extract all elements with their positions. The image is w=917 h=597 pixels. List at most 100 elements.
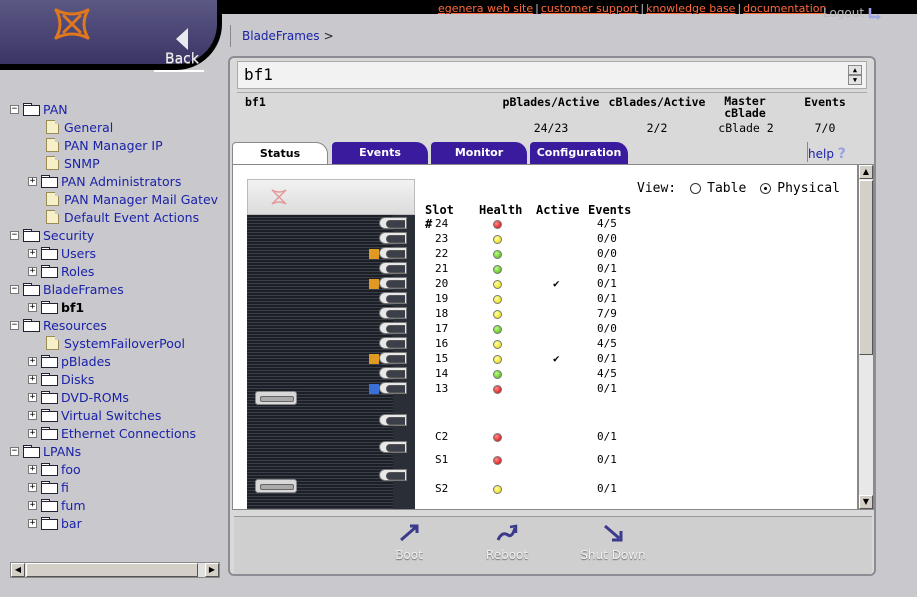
tab-configuration[interactable]: Configuration xyxy=(530,142,628,164)
tab-monitor[interactable]: Monitor xyxy=(431,142,527,164)
tree-item[interactable]: + PAN Administrators xyxy=(28,172,181,190)
scroll-thumb[interactable] xyxy=(26,563,198,577)
tree-item-label[interactable]: Virtual Switches xyxy=(61,408,161,423)
tree-item-label[interactable]: General xyxy=(64,120,113,135)
slot-row[interactable]: 17 0/0 xyxy=(421,322,641,337)
expand-icon[interactable]: + xyxy=(28,266,37,276)
tree-item[interactable]: PAN Manager Mail Gatev xyxy=(28,190,218,208)
tree-item[interactable]: + foo xyxy=(28,460,81,478)
expand-icon[interactable]: + xyxy=(28,176,37,186)
content-vertical-scrollbar[interactable]: ▲ ▼ xyxy=(858,164,874,510)
boot-button[interactable]: Boot xyxy=(364,523,454,562)
back-button[interactable]: Back xyxy=(158,28,206,72)
slot-row[interactable]: 14 4/5 xyxy=(421,367,641,382)
expand-icon[interactable]: + xyxy=(28,428,37,438)
expand-icon[interactable]: + xyxy=(28,248,37,258)
view-physical-radio[interactable] xyxy=(760,183,772,194)
link-customer-support[interactable]: customer support xyxy=(541,2,639,15)
tree-item[interactable]: + Disks xyxy=(28,370,94,388)
tree-item[interactable]: SystemFailoverPool xyxy=(28,334,185,352)
tree-item-label[interactable]: PAN Administrators xyxy=(61,174,181,189)
tree-item[interactable]: + DVD-ROMs xyxy=(28,388,129,406)
collapse-icon[interactable]: − xyxy=(10,320,19,330)
view-table-radio[interactable] xyxy=(690,183,702,194)
tree-item-label[interactable]: PAN xyxy=(43,102,68,117)
link-egenera-web-site[interactable]: egenera web site xyxy=(438,2,533,15)
tree-item[interactable]: PAN Manager IP xyxy=(28,136,163,154)
tree-item-label[interactable]: BladeFrames xyxy=(43,282,124,297)
tree-item-label[interactable]: foo xyxy=(61,462,81,477)
tree-item-label[interactable]: Ethernet Connections xyxy=(61,426,196,441)
title-spinner[interactable]: ▲ ▼ xyxy=(848,65,862,87)
tree-item-label[interactable]: SystemFailoverPool xyxy=(64,336,185,351)
slot-row[interactable]: 24 4/5 xyxy=(421,217,641,232)
slot-row[interactable]: 23 0/0 xyxy=(421,232,641,247)
tree-item[interactable]: + bf1 xyxy=(28,298,84,316)
tree-item-label[interactable]: Security xyxy=(43,228,94,243)
tree-item[interactable]: + Virtual Switches xyxy=(28,406,161,424)
tree-item[interactable]: + fum xyxy=(28,496,86,514)
tree-horizontal-scrollbar[interactable]: ◀ ▶ xyxy=(10,562,220,578)
help-link[interactable]: help ? xyxy=(808,146,846,162)
slot-row[interactable]: 21 0/1 xyxy=(421,262,641,277)
collapse-icon[interactable]: − xyxy=(10,446,19,456)
slot-row[interactable]: 20 ✔ 0/1 xyxy=(421,277,641,292)
tree-item[interactable]: General xyxy=(28,118,113,136)
tree-item[interactable]: + pBlades xyxy=(28,352,111,370)
expand-icon[interactable]: + xyxy=(28,410,37,420)
tree-item[interactable]: − LPANs xyxy=(10,442,81,460)
link-knowledge-base[interactable]: knowledge base xyxy=(646,2,735,15)
spin-up-icon[interactable]: ▲ xyxy=(848,65,862,75)
tree-item[interactable]: − BladeFrames xyxy=(10,280,124,298)
expand-icon[interactable]: + xyxy=(28,464,37,474)
tree-item-label[interactable]: PAN Manager IP xyxy=(64,138,163,153)
scroll-down-icon[interactable]: ▼ xyxy=(859,495,873,509)
scroll-left-icon[interactable]: ◀ xyxy=(11,563,25,577)
slot-row[interactable]: S2 0/1 xyxy=(421,482,641,497)
tab-status[interactable]: Status xyxy=(232,142,328,164)
tree-item-label[interactable]: PAN Manager Mail Gatev xyxy=(64,192,218,207)
slot-row[interactable]: 19 0/1 xyxy=(421,292,641,307)
expand-icon[interactable]: + xyxy=(28,482,37,492)
expand-icon[interactable]: + xyxy=(28,392,37,402)
expand-icon[interactable]: + xyxy=(28,518,37,528)
tree-item[interactable]: + Roles xyxy=(28,262,94,280)
tree-item[interactable]: − Resources xyxy=(10,316,107,334)
tree-item[interactable]: + Ethernet Connections xyxy=(28,424,196,442)
tree-item-label[interactable]: fi xyxy=(61,480,69,495)
link-documentation[interactable]: documentation xyxy=(743,2,826,15)
tree-item-label[interactable]: Default Event Actions xyxy=(64,210,199,225)
shutdown-button[interactable]: Shut Down xyxy=(568,523,658,562)
tree-item-label[interactable]: SNMP xyxy=(64,156,100,171)
expand-icon[interactable]: + xyxy=(28,500,37,510)
slot-row[interactable]: 13 0/1 xyxy=(421,382,641,397)
tree-item-label[interactable]: LPANs xyxy=(43,444,81,459)
spin-down-icon[interactable]: ▼ xyxy=(848,75,862,85)
slot-row[interactable]: 16 4/5 xyxy=(421,337,641,352)
tree-item[interactable]: + fi xyxy=(28,478,69,496)
tree-item-label[interactable]: bar xyxy=(61,516,82,531)
slot-row[interactable]: 18 7/9 xyxy=(421,307,641,322)
breadcrumb-bladeframes[interactable]: BladeFrames xyxy=(242,29,320,43)
scroll-up-icon[interactable]: ▲ xyxy=(859,165,873,179)
expand-icon[interactable]: + xyxy=(28,374,37,384)
tree-item[interactable]: + bar xyxy=(28,514,82,532)
tree-item-label[interactable]: Disks xyxy=(61,372,94,387)
collapse-icon[interactable]: − xyxy=(10,104,19,114)
scroll-thumb[interactable] xyxy=(859,180,873,355)
tree-item[interactable]: + Users xyxy=(28,244,96,262)
expand-icon[interactable]: + xyxy=(28,356,37,366)
tree-item-label[interactable]: bf1 xyxy=(61,300,84,315)
tab-events[interactable]: Events xyxy=(332,142,428,164)
scroll-right-icon[interactable]: ▶ xyxy=(205,563,219,577)
slot-row[interactable]: 15 ✔ 0/1 xyxy=(421,352,641,367)
collapse-icon[interactable]: − xyxy=(10,284,19,294)
expand-icon[interactable]: + xyxy=(28,302,37,312)
tree-item-label[interactable]: DVD-ROMs xyxy=(61,390,129,405)
collapse-icon[interactable]: − xyxy=(10,230,19,240)
reboot-button[interactable]: Reboot xyxy=(462,523,552,562)
tree-item-label[interactable]: Roles xyxy=(61,264,94,279)
slot-row[interactable]: 22 0/0 xyxy=(421,247,641,262)
tree-item-label[interactable]: pBlades xyxy=(61,354,111,369)
tree-item-label[interactable]: Users xyxy=(61,246,96,261)
